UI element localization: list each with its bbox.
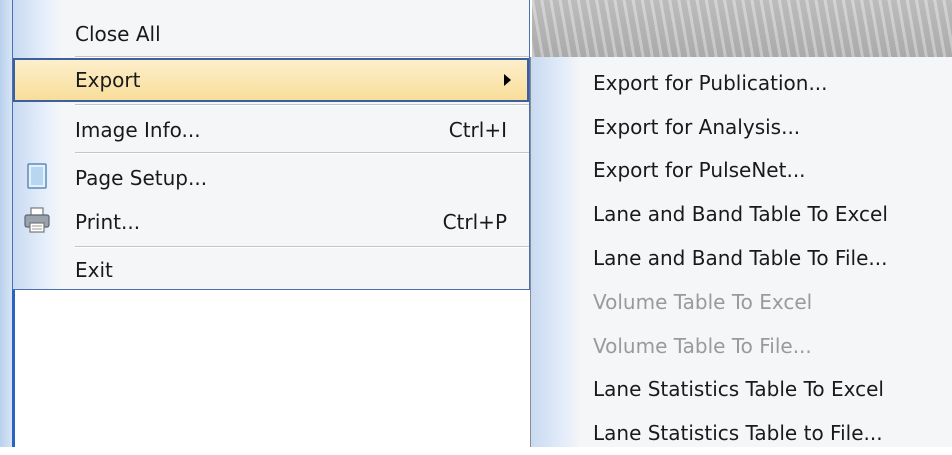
menu-item-image-info[interactable]: Image Info... Ctrl+I bbox=[13, 108, 529, 152]
menu-item-shortcut: Ctrl+I bbox=[448, 118, 507, 142]
printer-icon bbox=[24, 207, 50, 233]
menu-item-label: Exit bbox=[75, 258, 113, 282]
menu-item-label: Print... bbox=[75, 210, 141, 234]
submenu-item-export-analysis[interactable]: Export for Analysis... bbox=[531, 105, 951, 149]
window-left-edge-line bbox=[12, 290, 15, 447]
submenu-item-lane-band-file[interactable]: Lane and Band Table To File... bbox=[531, 236, 951, 280]
submenu-item-lane-stats-file[interactable]: Lane Statistics Table to File... bbox=[531, 411, 951, 455]
submenu-item-export-pulsenet[interactable]: Export for PulseNet... bbox=[531, 148, 951, 192]
menu-separator bbox=[75, 104, 529, 105]
submenu-item-label: Export for Publication... bbox=[593, 71, 828, 95]
menu-item-print[interactable]: Print... Ctrl+P bbox=[13, 200, 529, 244]
submenu-item-label: Lane Statistics Table To Excel bbox=[593, 377, 884, 401]
menu-item-close-all[interactable]: Close All bbox=[13, 12, 529, 56]
menu-item-page-setup[interactable]: Page Setup... bbox=[13, 156, 529, 200]
menu-item-shortcut: Ctrl+P bbox=[442, 210, 507, 234]
submenu-item-volume-excel: Volume Table To Excel bbox=[531, 280, 951, 324]
submenu-item-label: Volume Table To File... bbox=[593, 334, 812, 358]
submenu-item-lane-band-excel[interactable]: Lane and Band Table To Excel bbox=[531, 192, 951, 236]
menu-item-label: Close All bbox=[75, 22, 161, 46]
file-menu: Close All Export Image Info... Ctrl+I Pa… bbox=[12, 0, 530, 290]
submenu-item-lane-stats-excel[interactable]: Lane Statistics Table To Excel bbox=[531, 367, 951, 411]
menu-item-label: Image Info... bbox=[75, 118, 201, 142]
submenu-item-label: Volume Table To Excel bbox=[593, 290, 813, 314]
submenu-item-label: Export for PulseNet... bbox=[593, 158, 806, 182]
submenu-item-label: Lane and Band Table To File... bbox=[593, 246, 888, 270]
export-submenu: Export for Publication... Export for Ana… bbox=[530, 57, 952, 447]
menu-separator bbox=[75, 246, 529, 247]
submenu-item-label: Export for Analysis... bbox=[593, 115, 801, 139]
submenu-item-volume-file: Volume Table To File... bbox=[531, 324, 951, 368]
page-setup-icon bbox=[27, 163, 47, 189]
menu-item-label: Page Setup... bbox=[75, 166, 208, 190]
submenu-arrow-icon bbox=[504, 74, 511, 86]
submenu-item-label: Lane and Band Table To Excel bbox=[593, 202, 888, 226]
menu-separator bbox=[75, 152, 529, 153]
menu-item-label: Export bbox=[75, 68, 141, 92]
menu-item-exit[interactable]: Exit bbox=[13, 248, 529, 292]
submenu-item-export-publication[interactable]: Export for Publication... bbox=[531, 61, 951, 105]
menu-item-export[interactable]: Export bbox=[13, 58, 529, 102]
gel-image-area bbox=[532, 0, 952, 57]
menu-separator bbox=[75, 56, 529, 57]
submenu-item-label: Lane Statistics Table to File... bbox=[593, 421, 883, 445]
